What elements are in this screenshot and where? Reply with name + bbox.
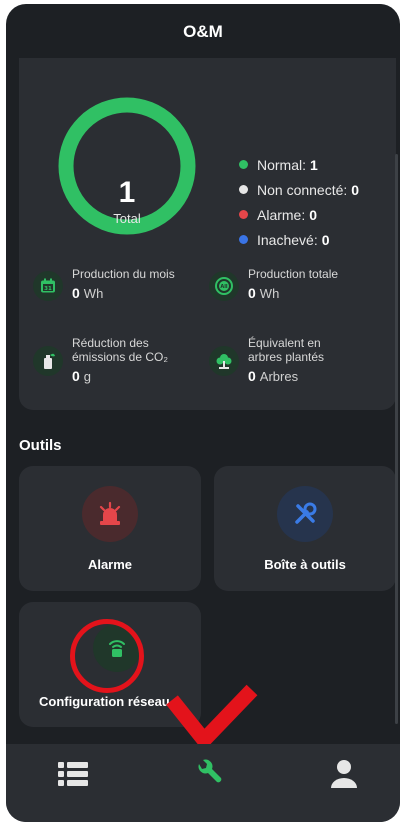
legend-value: 0 bbox=[351, 181, 360, 198]
metric-monthly-production: 31 Production du mois 0 Wh bbox=[33, 267, 175, 301]
legend-alarm: Alarme: 0 bbox=[239, 202, 359, 227]
status-dot-icon bbox=[239, 160, 248, 169]
page-title: O&M bbox=[183, 22, 223, 41]
metric-label: Équivalent en bbox=[248, 336, 321, 350]
co2-reduction-icon bbox=[33, 346, 63, 376]
toolbox-icon bbox=[277, 486, 333, 542]
calendar-icon: 31 bbox=[33, 271, 63, 301]
metric-value-row: 0g bbox=[72, 368, 168, 384]
legend-label: Normal: bbox=[257, 156, 307, 173]
tool-alarm-button[interactable]: Alarme bbox=[19, 466, 201, 591]
phone-screen: O&M 1 Total Normal: 1 Non connecté: 0 Al… bbox=[6, 4, 400, 822]
tab-list[interactable] bbox=[53, 756, 93, 796]
metric-value: 0 bbox=[248, 368, 256, 384]
status-legend: Normal: 1 Non connecté: 0 Alarme: 0 Inac… bbox=[239, 152, 359, 252]
list-icon bbox=[57, 760, 89, 793]
metric-unit: Wh bbox=[83, 286, 104, 301]
tool-label: Boîte à outils bbox=[264, 557, 346, 572]
legend-label: Non connecté: bbox=[257, 181, 348, 198]
metric-value: 0 bbox=[72, 368, 80, 384]
metric-unit: Wh bbox=[259, 286, 280, 301]
total-count: 1 bbox=[118, 176, 136, 209]
metric-unit: g bbox=[83, 369, 92, 384]
legend-value: 0 bbox=[309, 206, 318, 223]
total-energy-icon: All bbox=[209, 271, 239, 301]
highlight-circle-annotation bbox=[70, 619, 144, 693]
metric-value-row: 0 Wh bbox=[248, 285, 338, 301]
metric-value: 0 bbox=[248, 285, 256, 301]
metric-unit: Arbres bbox=[259, 369, 299, 384]
wrench-icon bbox=[193, 758, 225, 795]
metric-value-row: 0 Wh bbox=[72, 285, 175, 301]
status-dot-icon bbox=[239, 235, 248, 244]
metric-label: arbres plantés bbox=[248, 350, 325, 364]
tools-section-title: Outils bbox=[19, 437, 62, 454]
bottom-tab-bar bbox=[6, 744, 400, 822]
svg-text:All: All bbox=[220, 284, 228, 290]
metric-label: Réduction des bbox=[72, 336, 149, 350]
svg-text:31: 31 bbox=[44, 286, 52, 292]
metric-label: Production totale bbox=[248, 267, 339, 281]
alarm-siren-icon bbox=[82, 486, 138, 542]
legend-label: Alarme: bbox=[257, 206, 306, 223]
metric-value: 0 bbox=[72, 285, 80, 301]
legend-label: Inachevé: bbox=[257, 231, 318, 248]
metric-value-row: 0 Arbres bbox=[248, 368, 324, 384]
tool-toolbox-button[interactable]: Boîte à outils bbox=[214, 466, 396, 591]
legend-normal: Normal: 1 bbox=[239, 152, 359, 177]
summary-card: 1 Total Normal: 1 Non connecté: 0 Alarme… bbox=[19, 58, 396, 410]
total-label: Total bbox=[113, 211, 141, 226]
tool-label: Alarme bbox=[87, 557, 133, 572]
user-icon bbox=[330, 759, 358, 794]
tree-icon bbox=[209, 346, 239, 376]
metric-trees-planted: Équivalent en arbres plantés 0 Arbres bbox=[209, 336, 324, 384]
metric-co2-reduction: Réduction des émissions de CO₂ 0g bbox=[33, 336, 168, 384]
tab-tools[interactable] bbox=[189, 756, 229, 796]
status-dot-icon bbox=[239, 210, 248, 219]
legend-value: 1 bbox=[310, 156, 318, 173]
legend-value: 0 bbox=[321, 231, 330, 248]
status-dot-icon bbox=[239, 185, 248, 194]
tab-profile[interactable] bbox=[324, 756, 364, 796]
legend-offline: Non connecté: 0 bbox=[239, 177, 359, 202]
metric-total-production: All Production totale 0 Wh bbox=[209, 267, 338, 301]
scrollbar[interactable] bbox=[395, 154, 398, 724]
metric-label: émissions de CO₂ bbox=[72, 350, 169, 364]
checkmark-annotation bbox=[166, 684, 258, 752]
legend-incomplete: Inachevé: 0 bbox=[239, 227, 359, 252]
metric-label: Production du mois bbox=[72, 267, 175, 281]
